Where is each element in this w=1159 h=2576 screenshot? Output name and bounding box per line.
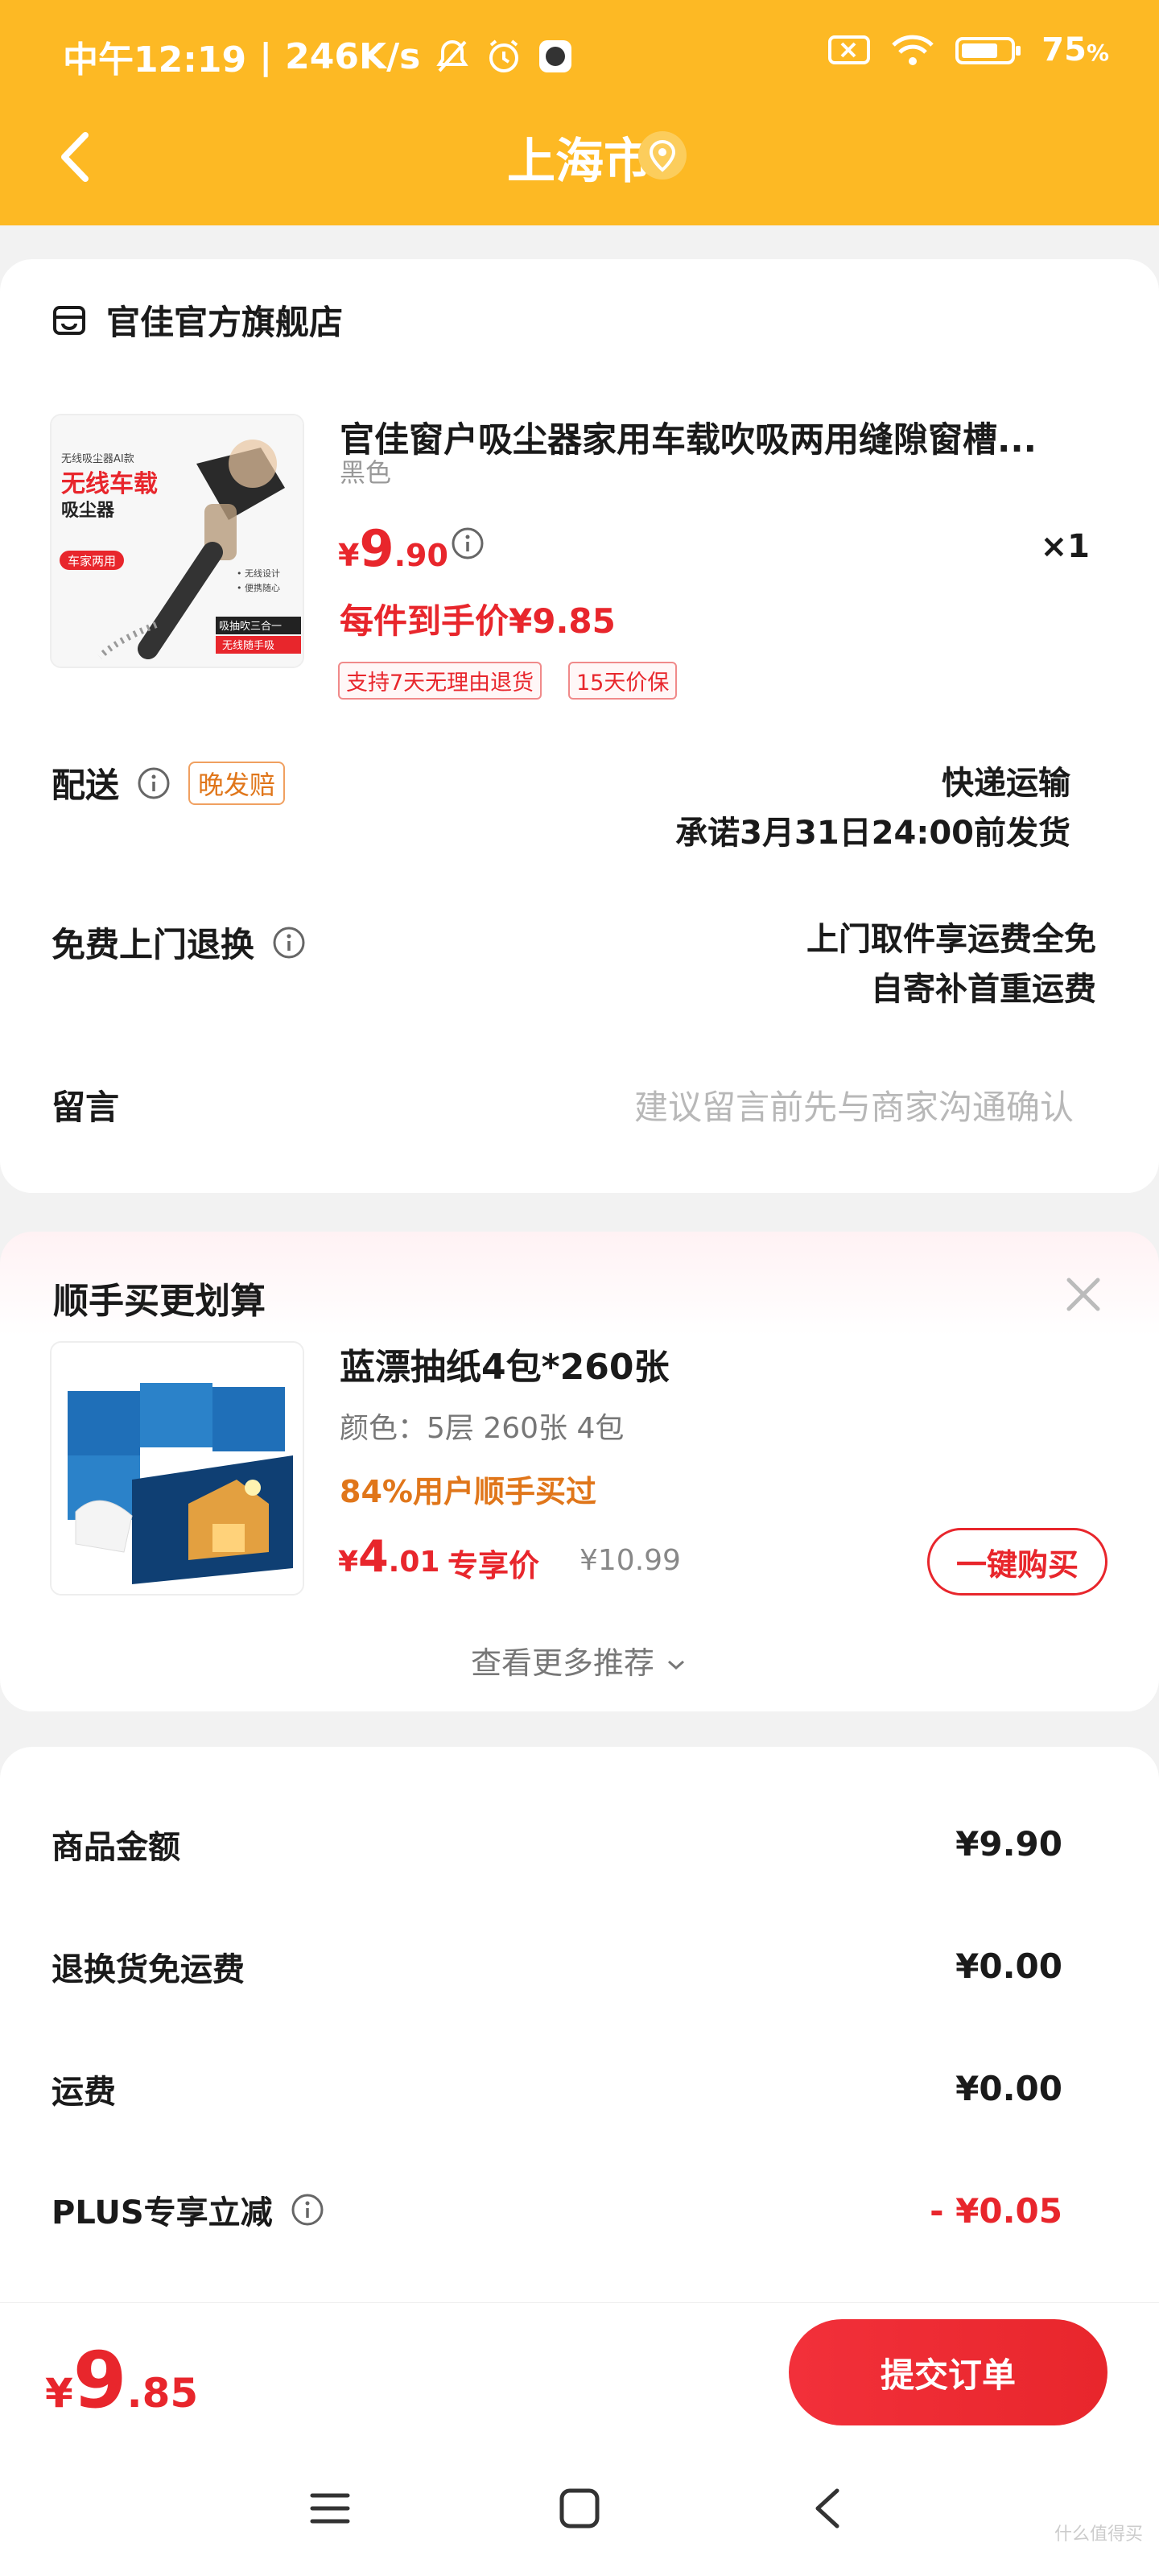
addon-percent: 84%用户顺手买过 bbox=[340, 1474, 596, 1509]
delivery-method: 快递运输 bbox=[942, 765, 1070, 802]
delivery-promise: 承诺3月31日24:00前发货 bbox=[675, 815, 1070, 852]
return-policy-tag: 支持7天无理由退货 bbox=[338, 662, 542, 700]
summary-label-plus: PLUS专享立减 bbox=[52, 2194, 273, 2231]
chevron-down-icon bbox=[668, 1660, 685, 1670]
store-name: 官佳官方旗舰店 bbox=[106, 303, 344, 342]
tissue-product-image bbox=[52, 1343, 303, 1594]
product-title[interactable]: 官佳窗户吸尘器家用车载吹吸两用缝隙窗槽... bbox=[340, 412, 1080, 462]
status-bar: 中午12:19 | 246K/s 75% bbox=[0, 0, 1159, 105]
see-more-label: 查看更多推荐 bbox=[470, 1645, 654, 1681]
message-label: 留言 bbox=[52, 1088, 120, 1127]
summary-label-goods: 商品金额 bbox=[52, 1829, 180, 1866]
return-detail: 上门取件享运费全免 自寄补首重运费 bbox=[806, 914, 1096, 1014]
bell-muted-icon bbox=[436, 39, 469, 72]
total-price: ¥9.85 bbox=[45, 2335, 199, 2425]
svg-text:吸抽吹三合一: 吸抽吹三合一 bbox=[219, 621, 282, 633]
return-line2: 自寄补首重运费 bbox=[871, 971, 1096, 1008]
product-price: ¥9.90 bbox=[338, 519, 448, 578]
system-back-icon[interactable] bbox=[805, 2484, 853, 2533]
summary-value-goods: ¥9.90 bbox=[955, 1824, 1062, 1864]
location-pin-icon[interactable] bbox=[637, 130, 687, 180]
summary-value-shipping: ¥0.00 bbox=[955, 2069, 1062, 2108]
return-label: 免费上门退换 bbox=[52, 925, 255, 964]
summary-label-shipping: 运费 bbox=[52, 2074, 116, 2111]
watermark: 什么值得买 bbox=[1054, 2524, 1143, 2545]
submit-order-button[interactable]: 提交订单 bbox=[789, 2319, 1107, 2425]
home-icon[interactable] bbox=[555, 2484, 604, 2533]
wifi-icon bbox=[892, 35, 934, 65]
addon-card: 顺手买更划算 蓝漂抽纸4包*260张 颜色：5层 260张 4包 84%用户顺手… bbox=[0, 1232, 1159, 1711]
summary-value-return-shipping: ¥0.00 bbox=[955, 1946, 1062, 1986]
original-price: ¥10.99 bbox=[580, 1544, 681, 1577]
addon-price: ¥4.01 bbox=[338, 1531, 440, 1582]
close-icon[interactable] bbox=[1061, 1272, 1106, 1317]
addon-spec: 颜色：5层 260张 4包 bbox=[340, 1412, 625, 1445]
addon-name[interactable]: 蓝漂抽纸4包*260张 bbox=[340, 1338, 669, 1389]
alarm-icon bbox=[489, 39, 519, 72]
store-icon bbox=[53, 305, 85, 335]
exclusive-price-label: 专享价 bbox=[448, 1548, 540, 1583]
svg-text:• 无线设计: • 无线设计 bbox=[237, 568, 280, 579]
header: 中午12:19 | 246K/s 75% 上海市 bbox=[0, 0, 1159, 225]
vacuum-product-image: 无线吸尘器AI款 无线车载 吸尘器 车家两用 • 无线设计 • 便携随心 吸抽吹… bbox=[52, 415, 303, 667]
delivery-detail[interactable]: 快递运输 承诺3月31日24:00前发货 bbox=[675, 758, 1070, 858]
app-notification-icon bbox=[539, 40, 572, 72]
return-line1: 上门取件享运费全免 bbox=[806, 921, 1096, 958]
late-compensation-tag: 晚发赔 bbox=[188, 761, 286, 805]
return-info-icon[interactable] bbox=[272, 926, 306, 960]
battery-icon bbox=[955, 37, 1021, 64]
addon-title: 顺手买更划算 bbox=[53, 1281, 266, 1322]
svg-text:• 便携随心: • 便携随心 bbox=[237, 582, 280, 593]
checkout-bar: ¥9.85 提交订单 bbox=[0, 2302, 1159, 2576]
delivery-row[interactable]: 配送 晚发赔 bbox=[52, 758, 286, 807]
delivery-label: 配送 bbox=[52, 766, 120, 805]
one-click-buy-button[interactable]: 一键购买 bbox=[927, 1528, 1107, 1596]
hand-price: 每件到手价¥9.85 bbox=[340, 601, 616, 641]
page-title[interactable]: 上海市 bbox=[0, 122, 1159, 192]
order-item-card: 官佳官方旗舰店 无线吸尘器AI款 无线车载 吸尘器 车家两用 • 无线设计 • … bbox=[0, 259, 1159, 1193]
status-time: 中午12:19 bbox=[63, 39, 247, 80]
return-row[interactable]: 免费上门退换 bbox=[52, 918, 306, 967]
summary-value-plus: - ¥0.05 bbox=[930, 2191, 1062, 2231]
summary-plus-row[interactable]: PLUS专享立减 bbox=[52, 2186, 324, 2233]
svg-text:无线车载: 无线车载 bbox=[61, 470, 158, 498]
product-spec[interactable]: 黑色 bbox=[340, 452, 391, 489]
price-protection-tag: 15天价保 bbox=[568, 662, 678, 700]
see-more-recommendations[interactable]: 查看更多推荐 bbox=[0, 1638, 1159, 1682]
menu-icon[interactable] bbox=[306, 2484, 354, 2533]
no-sim-icon bbox=[828, 35, 871, 64]
message-input[interactable]: 建议留言前先与商家沟通确认 bbox=[634, 1080, 1074, 1129]
product-image[interactable]: 无线吸尘器AI款 无线车载 吸尘器 车家两用 • 无线设计 • 便携随心 吸抽吹… bbox=[50, 414, 304, 668]
battery-level: 75% bbox=[1041, 31, 1109, 68]
store-row[interactable]: 官佳官方旗舰店 bbox=[52, 295, 343, 345]
product-quantity: ×1 bbox=[1040, 528, 1090, 565]
svg-text:无线吸尘器AI款: 无线吸尘器AI款 bbox=[61, 453, 134, 465]
svg-text:无线随手吸: 无线随手吸 bbox=[222, 640, 274, 652]
status-speed: 246K/s bbox=[285, 35, 421, 77]
svg-text:车家两用: 车家两用 bbox=[68, 554, 116, 568]
svg-text:吸尘器: 吸尘器 bbox=[61, 501, 115, 521]
price-info-icon[interactable] bbox=[451, 526, 485, 560]
delivery-info-icon[interactable] bbox=[137, 766, 171, 800]
summary-label-return-shipping: 退换货免运费 bbox=[52, 1951, 245, 1988]
addon-image[interactable] bbox=[50, 1341, 304, 1596]
status-separator: | bbox=[259, 35, 273, 77]
plus-info-icon[interactable] bbox=[291, 2193, 324, 2227]
